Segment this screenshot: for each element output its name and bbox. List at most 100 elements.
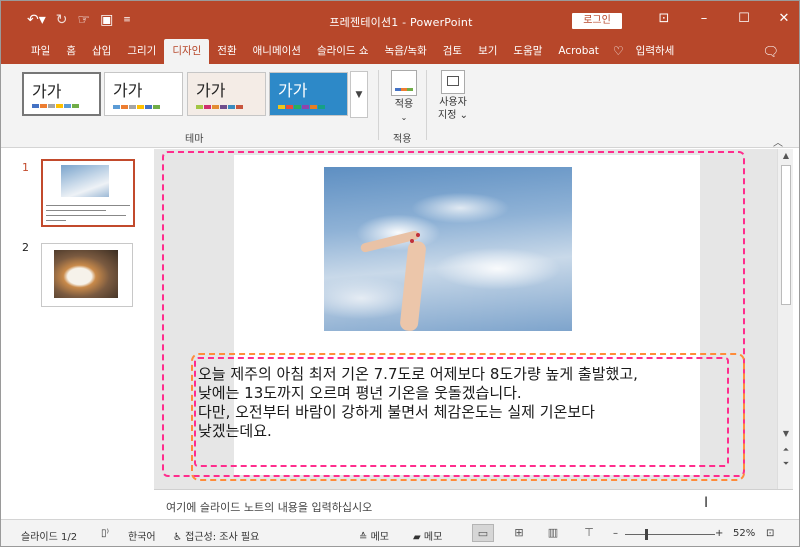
ribbon-display-icon[interactable]: ⊡ bbox=[657, 11, 671, 26]
tab-2[interactable]: 삽입 bbox=[84, 39, 119, 64]
theme-sample-text: 가가 bbox=[278, 81, 308, 100]
variants-group-label: 적용 bbox=[393, 134, 412, 145]
ribbon: 가가 가가 가가 가가 ▼ 테마 적용 ⌄ 적용 사용자 지정 ⌄ ︿ bbox=[1, 64, 799, 149]
scroll-up-icon[interactable]: ▲ bbox=[778, 151, 794, 160]
slide-thumbnail-2[interactable] bbox=[41, 243, 133, 307]
tab-12[interactable]: Acrobat bbox=[550, 39, 607, 64]
login-button[interactable]: 로그인 bbox=[572, 13, 622, 29]
ribbon-tabs: 파일 홈 삽입 그리기 디자인 전환 애니메이션 슬라이드 쇼 녹음/녹화 검토 보기 도움말 Acro… bbox=[1, 39, 799, 64]
tab-10[interactable]: 보기 bbox=[470, 39, 505, 64]
color-swatch bbox=[32, 104, 39, 108]
language-status[interactable]: 한국어 bbox=[128, 528, 156, 543]
thumbnail-text-line bbox=[46, 210, 106, 211]
maximize-icon[interactable]: ☐ bbox=[737, 11, 751, 26]
lightbulb-icon[interactable]: ♡ bbox=[607, 39, 628, 64]
slide-thumbnail-1[interactable] bbox=[41, 159, 135, 227]
theme-thumbnail-3[interactable]: 가가 bbox=[187, 72, 266, 116]
slide-text-line: 낮겠는데요. bbox=[198, 422, 272, 440]
close-icon[interactable]: ✕ bbox=[777, 11, 791, 26]
thumbnail-text-line bbox=[46, 215, 126, 216]
color-swatch bbox=[56, 104, 63, 108]
themes-more-button[interactable]: ▼ bbox=[350, 71, 368, 118]
slide-photo-hands-sky[interactable] bbox=[324, 167, 572, 331]
theme-thumbnail-4[interactable]: 가가 bbox=[269, 72, 348, 116]
scroll-down-icon[interactable]: ▼ bbox=[778, 429, 794, 438]
tab-1[interactable]: 홈 bbox=[58, 39, 84, 64]
title-bar: ↶▾ ↻ ☞ ▣ ≡ 프레젠테이션1 - PowerPoint 로그인 ⊡ – … bbox=[1, 1, 799, 39]
color-swatch bbox=[318, 105, 325, 109]
color-swatch bbox=[204, 105, 211, 109]
fit-to-window-icon[interactable]: ⊡ bbox=[766, 528, 774, 539]
tab-7[interactable]: 슬라이드 쇼 bbox=[309, 39, 377, 64]
slide-editing-area: 오늘 제주의 아침 최저 기온 7.7도로 어제보다 8도가량 높게 출발했고,… bbox=[154, 149, 777, 489]
color-swatch bbox=[278, 105, 285, 109]
tab-5[interactable]: 전환 bbox=[209, 39, 244, 64]
notes-icon: ≙ bbox=[359, 532, 368, 543]
accessibility-label: 접근성: 조사 필요 bbox=[185, 532, 260, 543]
normal-view-button[interactable]: ▭ bbox=[472, 524, 494, 542]
color-swatch bbox=[137, 105, 144, 109]
comments-label: 메모 bbox=[423, 532, 443, 543]
comment-bubble-icon: ▰ bbox=[413, 532, 421, 543]
color-swatch bbox=[310, 105, 317, 109]
tab-8[interactable]: 녹음/녹화 bbox=[377, 39, 435, 64]
thumbnail-text-line bbox=[46, 220, 66, 221]
reading-view-button[interactable]: ▥ bbox=[542, 524, 564, 542]
notes-toggle-button[interactable]: ≙ 메모 bbox=[359, 528, 389, 543]
tab-11[interactable]: 도움말 bbox=[505, 39, 550, 64]
color-swatch bbox=[212, 105, 219, 109]
status-bar: 슬라이드 1/2 ▯⁾ 한국어 ♿ 접근성: 조사 필요 ≙ 메모 ▰ 메모 ▭… bbox=[1, 519, 799, 546]
zoom-out-icon[interactable]: – bbox=[613, 528, 618, 539]
minimize-icon[interactable]: – bbox=[697, 11, 711, 26]
customize-button[interactable]: 사용자 지정 ⌄ bbox=[433, 70, 473, 122]
variants-label: 적용 bbox=[394, 99, 414, 110]
theme-thumbnail-2[interactable]: 가가 bbox=[104, 72, 183, 116]
accessibility-icon: ♿ bbox=[173, 532, 182, 543]
comments-button[interactable]: ▰ 메모 bbox=[413, 528, 442, 543]
slide-show-button[interactable]: ⊤ bbox=[578, 524, 600, 542]
theme-sample-text: 가가 bbox=[196, 81, 226, 100]
theme-color-bars bbox=[113, 105, 160, 109]
variants-button[interactable]: 적용 ⌄ bbox=[387, 70, 421, 124]
tab-4[interactable]: 디자인 bbox=[164, 39, 210, 64]
color-swatch bbox=[40, 104, 47, 108]
tab-6[interactable]: 애니메이션 bbox=[245, 39, 309, 64]
tab-9[interactable]: 검토 bbox=[435, 39, 470, 64]
nail-shape bbox=[410, 239, 414, 243]
customize-label-1: 사용자 bbox=[439, 97, 467, 108]
notes-placeholder: 여기에 슬라이드 노트의 내용을 입력하십시오 bbox=[166, 501, 373, 514]
theme-color-bars bbox=[196, 105, 243, 109]
slide-size-icon bbox=[441, 70, 465, 94]
next-slide-icon[interactable]: ⏷ bbox=[778, 459, 794, 469]
hand-shape bbox=[399, 240, 427, 331]
slide-text-box[interactable]: 오늘 제주의 아침 최저 기온 7.7도로 어제보다 8도가량 높게 출발했고,… bbox=[198, 365, 718, 441]
accessibility-status[interactable]: ♿ 접근성: 조사 필요 bbox=[173, 528, 259, 543]
text-cursor-icon: I bbox=[704, 495, 709, 511]
slide-count: 슬라이드 1/2 bbox=[21, 532, 78, 543]
slide-sorter-button[interactable]: ⊞ bbox=[508, 524, 530, 542]
scrollbar-thumb[interactable] bbox=[781, 165, 791, 305]
previous-slide-icon[interactable]: ⏶ bbox=[778, 445, 794, 455]
theme-thumbnail-1[interactable]: 가가 bbox=[22, 72, 101, 116]
notes-pane[interactable]: 여기에 슬라이드 노트의 내용을 입력하십시오 I bbox=[154, 489, 793, 519]
zoom-level[interactable]: 52% bbox=[733, 528, 755, 539]
collapse-ribbon-icon[interactable]: ︿ bbox=[773, 134, 783, 149]
chevron-down-icon: ⌄ bbox=[400, 113, 408, 122]
color-swatch bbox=[64, 104, 71, 108]
zoom-in-icon[interactable]: + bbox=[715, 528, 723, 539]
window-controls: ⊡ – ☐ ✕ bbox=[657, 11, 791, 26]
tab-0[interactable]: 파일 bbox=[23, 39, 58, 64]
color-swatch bbox=[294, 105, 301, 109]
zoom-slider-track[interactable] bbox=[625, 534, 715, 535]
color-swatch bbox=[129, 105, 136, 109]
spelling-icon[interactable]: ▯⁾ bbox=[101, 528, 109, 539]
comment-icon[interactable]: 🗨 bbox=[762, 45, 779, 60]
slide-text-line: 오늘 제주의 아침 최저 기온 7.7도로 어제보다 8도가량 높게 출발했고, bbox=[198, 365, 638, 383]
tell-me-search[interactable]: 입력하세 bbox=[628, 39, 683, 64]
tab-3[interactable]: 그리기 bbox=[119, 39, 164, 64]
zoom-slider-knob[interactable] bbox=[645, 529, 648, 540]
theme-sample-text: 가가 bbox=[113, 81, 143, 100]
thumbnail-number: 2 bbox=[22, 241, 29, 254]
vertical-scrollbar[interactable]: ▲ ▼ ⏶ ⏷ bbox=[777, 149, 793, 489]
color-swatch bbox=[220, 105, 227, 109]
